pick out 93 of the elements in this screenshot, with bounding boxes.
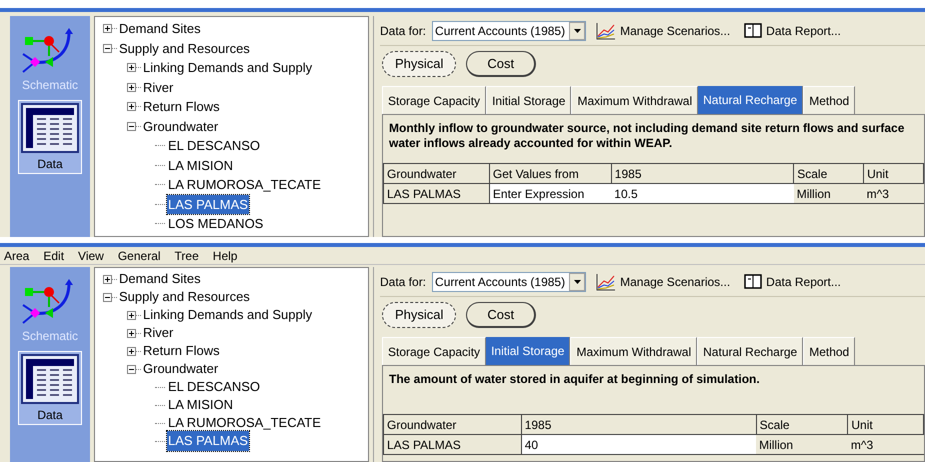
tree-node[interactable]: Linking Demands and Supply xyxy=(143,58,312,78)
menu-item[interactable]: Edit xyxy=(43,247,64,264)
menu-item[interactable]: General xyxy=(118,247,161,264)
menu-item[interactable]: Help xyxy=(212,247,238,264)
mode-button[interactable]: Cost xyxy=(466,51,536,77)
mode-button[interactable]: Physical xyxy=(382,51,456,77)
tree-node[interactable]: Demand Sites xyxy=(119,19,201,38)
book-icon xyxy=(744,23,762,38)
sidebar-button[interactable]: Data xyxy=(18,100,82,174)
scenario-dropdown[interactable]: Current Accounts (1985) xyxy=(432,272,586,292)
expand-icon[interactable] xyxy=(127,310,136,320)
tab[interactable]: Method xyxy=(803,337,856,365)
menu-item[interactable]: View xyxy=(78,247,104,264)
column-header: Groundwater xyxy=(384,164,490,184)
data-for-label: Data for: xyxy=(380,22,426,40)
tree-node[interactable]: Groundwater xyxy=(143,116,218,136)
tree-node[interactable]: LA RUMOROSA_TECATE xyxy=(167,413,322,433)
tree-node[interactable]: River xyxy=(143,323,174,343)
tab[interactable]: Initial Storage xyxy=(486,86,572,114)
tree-node[interactable]: Linking Demands and Supply xyxy=(143,305,312,325)
tree-node[interactable]: LAS PALMAS xyxy=(167,194,249,214)
description-text: Monthly inflow to groundwater source, not including demand site return flows and surface water inflows already accounted for within WEAP. xyxy=(388,120,906,152)
sidebar-label: Data xyxy=(37,156,63,173)
expand-icon[interactable] xyxy=(127,346,136,356)
book-icon xyxy=(744,274,762,289)
table-cell: m^3 xyxy=(864,184,924,204)
tree-node[interactable]: LOS MEDANOS xyxy=(167,214,264,234)
row-header: LAS PALMAS xyxy=(384,184,490,204)
sidebar-label: Schematic xyxy=(22,328,78,345)
table-cell: m^3 xyxy=(848,434,924,454)
collapse-icon[interactable] xyxy=(127,122,136,131)
sidebar-button[interactable]: Data xyxy=(18,351,82,425)
tab[interactable]: Initial Storage xyxy=(486,337,570,365)
data-report-button[interactable]: Data Report... xyxy=(744,272,841,290)
line-chart-icon xyxy=(596,22,616,40)
tree-node[interactable]: Demand Sites xyxy=(119,269,201,289)
tree-node[interactable]: LAS PALMAS xyxy=(167,431,249,451)
tree-node[interactable]: River xyxy=(143,78,174,97)
mode-button[interactable]: Cost xyxy=(466,302,536,328)
expand-icon[interactable] xyxy=(127,102,136,112)
tree-node[interactable]: LA MISION xyxy=(167,156,234,175)
line-chart-icon xyxy=(596,272,616,290)
column-header: Groundwater xyxy=(384,414,522,434)
tab[interactable]: Storage Capacity xyxy=(382,86,486,114)
tree-node[interactable]: LA RUMOROSA_TECATE xyxy=(167,175,322,194)
sidebar-label: Data xyxy=(37,407,63,424)
table-cell[interactable]: 40 xyxy=(521,434,756,454)
table-icon xyxy=(21,103,79,153)
tree-node[interactable]: LA MISION xyxy=(167,395,234,415)
tree-node[interactable]: EL DESCANSO xyxy=(167,377,261,397)
column-header: 1985 xyxy=(611,164,794,184)
table-cell[interactable]: 10.5 xyxy=(611,184,794,204)
menu-item[interactable]: Tree xyxy=(174,247,199,264)
tab[interactable]: Natural Recharge xyxy=(697,337,804,365)
expand-icon[interactable] xyxy=(127,63,136,72)
column-header: Unit xyxy=(864,164,924,184)
sidebar-label: Schematic xyxy=(22,77,78,94)
column-header: 1985 xyxy=(521,414,756,434)
table-icon xyxy=(21,354,79,404)
collapse-icon[interactable] xyxy=(103,44,112,53)
manage-scenarios-button[interactable]: Manage Scenarios... xyxy=(596,22,730,40)
expand-icon[interactable] xyxy=(127,328,136,338)
manage-scenarios-button[interactable]: Manage Scenarios... xyxy=(596,272,730,290)
menu-item[interactable]: Area xyxy=(4,247,30,264)
tree-node[interactable]: Return Flows xyxy=(143,341,220,361)
table-cell: Million xyxy=(794,184,864,204)
tab[interactable]: Maximum Withdrawal xyxy=(570,337,698,365)
tree-node[interactable]: Supply and Resources xyxy=(119,38,250,58)
tree-node[interactable]: Groundwater xyxy=(143,359,218,379)
table-cell: Million xyxy=(756,434,848,454)
row-header: LAS PALMAS xyxy=(384,434,522,454)
mode-button[interactable]: Physical xyxy=(382,302,456,328)
tree-node[interactable]: EL DESCANSO xyxy=(167,136,261,156)
expand-icon[interactable] xyxy=(127,82,136,92)
description-text: The amount of water stored in aquifer at beginning of simulation. xyxy=(388,371,761,388)
tab[interactable]: Natural Recharge xyxy=(698,86,804,114)
tree-node[interactable]: Return Flows xyxy=(143,97,220,116)
column-header: Scale xyxy=(756,414,848,434)
data-report-button[interactable]: Data Report... xyxy=(744,22,841,40)
tab[interactable]: Maximum Withdrawal xyxy=(571,86,698,114)
data-for-label: Data for: xyxy=(380,274,426,290)
column-header: Scale xyxy=(794,164,864,184)
tab[interactable]: Storage Capacity xyxy=(382,337,486,365)
scenario-dropdown[interactable]: Current Accounts (1985) xyxy=(432,20,586,40)
collapse-icon[interactable] xyxy=(127,364,136,374)
collapse-icon[interactable] xyxy=(103,292,112,302)
tab[interactable]: Method xyxy=(803,86,856,114)
table-cell[interactable]: Enter Expression xyxy=(489,184,612,204)
column-header: Get Values from xyxy=(489,164,612,184)
expand-icon[interactable] xyxy=(103,274,112,284)
expand-icon[interactable] xyxy=(103,24,112,34)
column-header: Unit xyxy=(848,414,924,434)
tree-node[interactable]: Supply and Resources xyxy=(119,287,250,307)
